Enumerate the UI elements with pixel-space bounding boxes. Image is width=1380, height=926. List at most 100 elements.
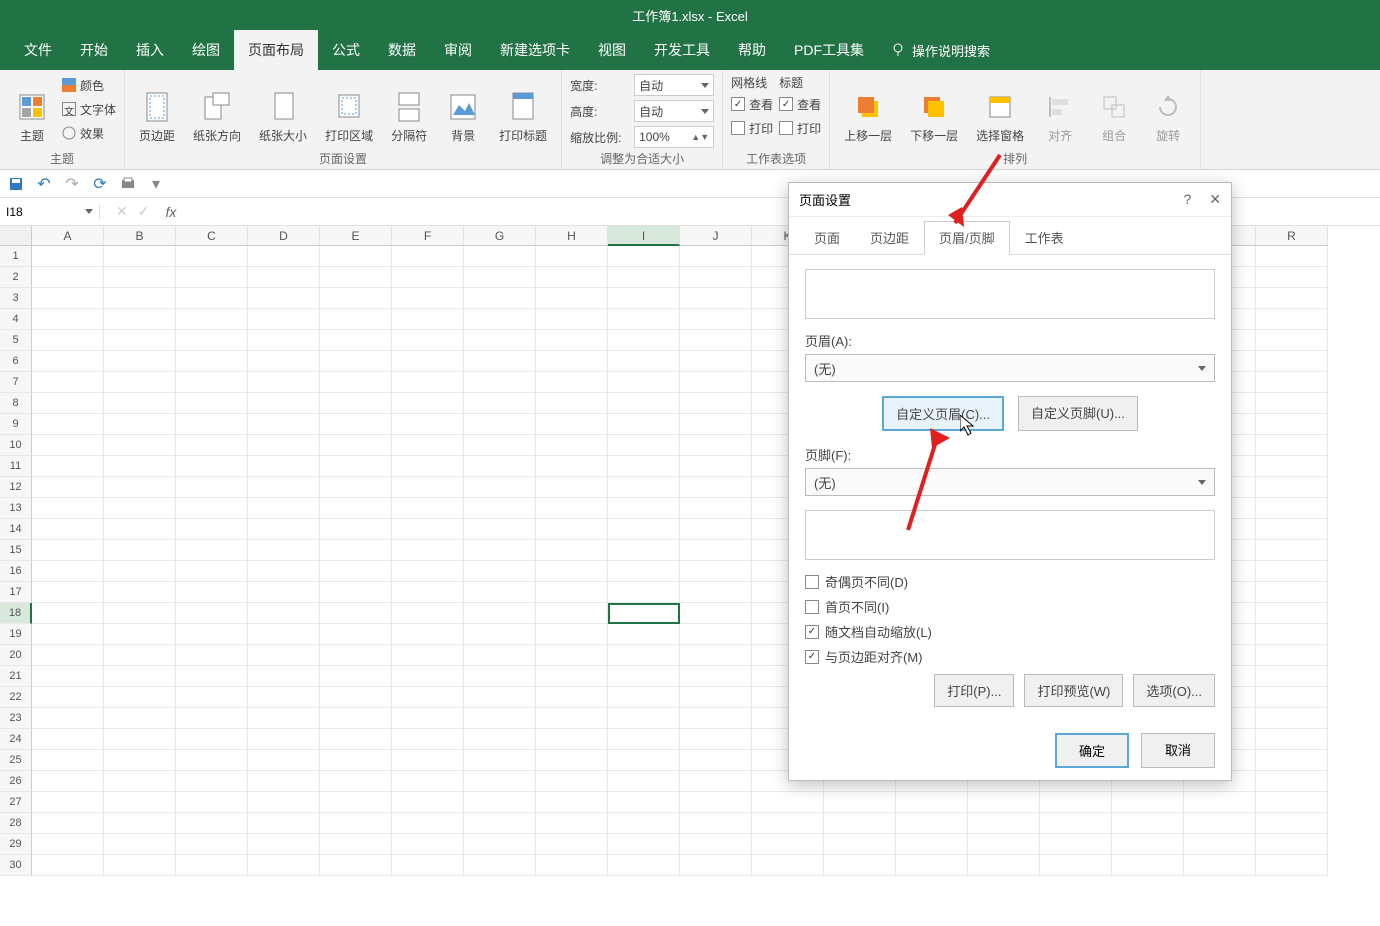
cell[interactable] xyxy=(104,624,176,645)
gridlines-print-checkbox[interactable]: 打印 xyxy=(731,117,773,139)
ribbon-tab-9[interactable]: 视图 xyxy=(584,30,640,70)
cell[interactable] xyxy=(248,834,320,855)
cell[interactable] xyxy=(464,687,536,708)
cell[interactable] xyxy=(320,414,392,435)
cell[interactable] xyxy=(1184,792,1256,813)
cell[interactable] xyxy=(176,393,248,414)
cell[interactable] xyxy=(32,813,104,834)
cell[interactable] xyxy=(392,519,464,540)
cell[interactable] xyxy=(248,582,320,603)
cell[interactable] xyxy=(320,792,392,813)
cell[interactable] xyxy=(1256,834,1328,855)
cell[interactable] xyxy=(104,666,176,687)
cell[interactable] xyxy=(680,519,752,540)
cell[interactable] xyxy=(824,813,896,834)
cell[interactable] xyxy=(248,246,320,267)
cell[interactable] xyxy=(464,645,536,666)
cell[interactable] xyxy=(1256,855,1328,876)
custom-header-button[interactable]: 自定义页眉(C)... xyxy=(882,396,1004,431)
cell[interactable] xyxy=(896,813,968,834)
cell[interactable] xyxy=(752,834,824,855)
row-header[interactable]: 28 xyxy=(0,813,32,834)
cell[interactable] xyxy=(464,351,536,372)
cell[interactable] xyxy=(1184,834,1256,855)
cell[interactable] xyxy=(248,288,320,309)
cell[interactable] xyxy=(248,372,320,393)
cell[interactable] xyxy=(536,771,608,792)
cell[interactable] xyxy=(32,729,104,750)
cell[interactable] xyxy=(104,267,176,288)
cell[interactable] xyxy=(248,519,320,540)
row-header[interactable]: 16 xyxy=(0,561,32,582)
cell[interactable] xyxy=(536,498,608,519)
cell[interactable] xyxy=(464,750,536,771)
cell[interactable] xyxy=(680,624,752,645)
cell[interactable] xyxy=(104,246,176,267)
cell[interactable] xyxy=(680,477,752,498)
cell[interactable] xyxy=(392,771,464,792)
cell[interactable] xyxy=(464,267,536,288)
group-button[interactable]: 组合 xyxy=(1090,74,1138,148)
cell[interactable] xyxy=(608,666,680,687)
row-header[interactable]: 27 xyxy=(0,792,32,813)
cell[interactable] xyxy=(1256,603,1328,624)
ribbon-tab-1[interactable]: 开始 xyxy=(66,30,122,70)
cell[interactable] xyxy=(464,456,536,477)
cell[interactable] xyxy=(320,288,392,309)
cell[interactable] xyxy=(968,855,1040,876)
cell[interactable] xyxy=(104,708,176,729)
cell[interactable] xyxy=(680,372,752,393)
cell[interactable] xyxy=(464,666,536,687)
cell[interactable] xyxy=(32,351,104,372)
cell[interactable] xyxy=(176,309,248,330)
cell[interactable] xyxy=(464,435,536,456)
cell[interactable] xyxy=(1256,729,1328,750)
cell[interactable] xyxy=(608,435,680,456)
cell[interactable] xyxy=(104,687,176,708)
column-header[interactable]: B xyxy=(104,226,176,246)
column-header[interactable]: A xyxy=(32,226,104,246)
align-margins-checkbox[interactable]: ✓与页边距对齐(M) xyxy=(805,647,1215,666)
cell[interactable] xyxy=(248,855,320,876)
cell[interactable] xyxy=(248,540,320,561)
cell[interactable] xyxy=(464,288,536,309)
cell[interactable] xyxy=(680,729,752,750)
cell[interactable] xyxy=(680,813,752,834)
ribbon-tab-8[interactable]: 新建选项卡 xyxy=(486,30,584,70)
cell[interactable] xyxy=(464,414,536,435)
cell[interactable] xyxy=(32,540,104,561)
cell[interactable] xyxy=(248,792,320,813)
column-header[interactable]: G xyxy=(464,226,536,246)
cell[interactable] xyxy=(104,288,176,309)
cell[interactable] xyxy=(608,855,680,876)
cell[interactable] xyxy=(320,330,392,351)
cell[interactable] xyxy=(32,666,104,687)
cell[interactable] xyxy=(1112,792,1184,813)
header-select[interactable]: (无) xyxy=(805,354,1215,382)
send-backward-button[interactable]: 下移一层 xyxy=(904,74,964,148)
row-header[interactable]: 13 xyxy=(0,498,32,519)
cell[interactable] xyxy=(1256,792,1328,813)
cell[interactable] xyxy=(104,456,176,477)
cell[interactable] xyxy=(608,351,680,372)
cell[interactable] xyxy=(248,729,320,750)
scale-spinner[interactable]: 100%▲▼ xyxy=(634,126,714,148)
cell[interactable] xyxy=(536,834,608,855)
redo-icon[interactable]: ↷ xyxy=(64,176,80,192)
cell[interactable] xyxy=(248,624,320,645)
cell[interactable] xyxy=(392,351,464,372)
themes-button[interactable]: 主题 xyxy=(8,74,56,148)
cell[interactable] xyxy=(536,708,608,729)
cell[interactable] xyxy=(536,687,608,708)
cell[interactable] xyxy=(1256,561,1328,582)
cell[interactable] xyxy=(176,498,248,519)
cell[interactable] xyxy=(320,582,392,603)
row-header[interactable]: 5 xyxy=(0,330,32,351)
cell[interactable] xyxy=(536,414,608,435)
cell[interactable] xyxy=(176,267,248,288)
cell[interactable] xyxy=(104,771,176,792)
cell[interactable] xyxy=(176,666,248,687)
margins-button[interactable]: 页边距 xyxy=(133,74,181,148)
cell[interactable] xyxy=(32,456,104,477)
cell[interactable] xyxy=(680,309,752,330)
